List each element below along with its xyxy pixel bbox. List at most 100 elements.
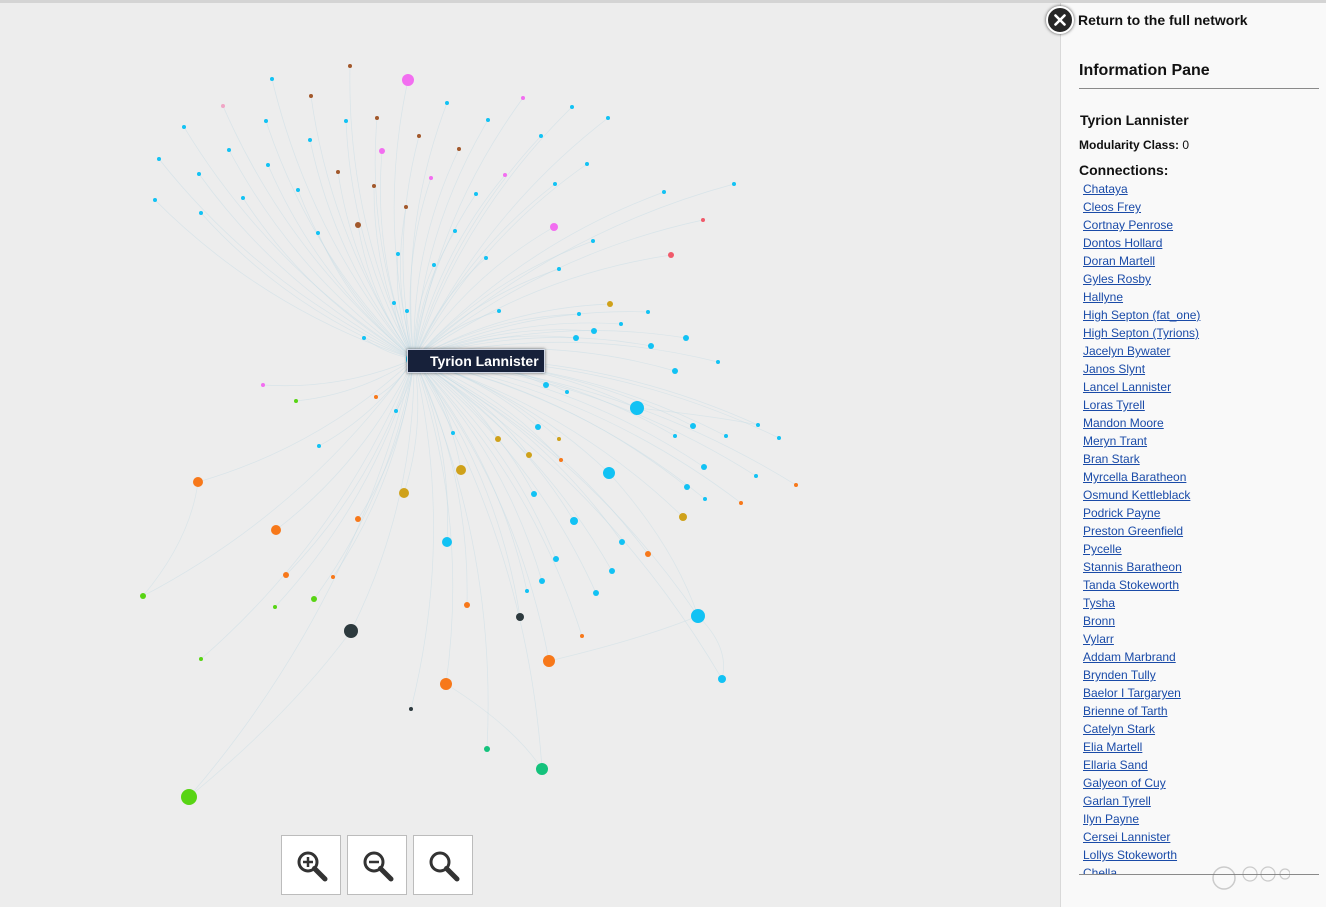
network-node[interactable] [577, 312, 581, 316]
connection-link[interactable]: Garlan Tyrell [1083, 794, 1151, 808]
network-node[interactable] [404, 205, 408, 209]
network-node[interactable] [645, 551, 651, 557]
network-node[interactable] [619, 322, 623, 326]
network-node[interactable] [362, 336, 366, 340]
connection-link[interactable]: Pycelle [1083, 542, 1122, 556]
network-node[interactable] [241, 196, 245, 200]
network-node[interactable] [402, 74, 414, 86]
network-node[interactable] [486, 118, 490, 122]
network-node[interactable] [536, 763, 548, 775]
network-canvas[interactable] [0, 3, 1060, 907]
connection-link[interactable]: Cortnay Penrose [1083, 218, 1173, 232]
network-node[interactable] [266, 163, 270, 167]
network-node[interactable] [273, 605, 277, 609]
network-node[interactable] [756, 423, 760, 427]
network-node[interactable] [648, 343, 654, 349]
network-node[interactable] [271, 525, 281, 535]
network-node[interactable] [732, 182, 736, 186]
network-node[interactable] [716, 360, 720, 364]
network-node[interactable] [543, 382, 549, 388]
connection-link[interactable]: Ellaria Sand [1083, 758, 1148, 772]
network-node[interactable] [311, 596, 317, 602]
network-node[interactable] [264, 119, 268, 123]
network-node[interactable] [497, 309, 501, 313]
network-node[interactable] [531, 491, 537, 497]
network-node[interactable] [456, 465, 466, 475]
network-node[interactable] [429, 176, 433, 180]
network-node[interactable] [336, 170, 340, 174]
network-node[interactable] [539, 134, 543, 138]
network-node[interactable] [464, 602, 470, 608]
network-node[interactable] [585, 162, 589, 166]
network-node[interactable] [593, 590, 599, 596]
network-node[interactable] [580, 634, 584, 638]
network-node[interactable] [355, 516, 361, 522]
network-node[interactable] [684, 484, 690, 490]
network-node[interactable] [777, 436, 781, 440]
network-node[interactable] [331, 575, 335, 579]
network-node[interactable] [221, 104, 225, 108]
network-node[interactable] [484, 746, 490, 752]
network-node[interactable] [539, 578, 545, 584]
connection-link[interactable]: Tysha [1083, 596, 1115, 610]
connection-link[interactable]: Gyles Rosby [1083, 272, 1151, 286]
network-node[interactable] [557, 267, 561, 271]
network-node[interactable] [344, 119, 348, 123]
connection-link[interactable]: High Septon (fat_one) [1083, 308, 1200, 322]
connection-link[interactable]: Chataya [1083, 182, 1128, 196]
network-node[interactable] [794, 483, 798, 487]
network-node[interactable] [308, 138, 312, 142]
network-node[interactable] [553, 182, 557, 186]
connection-link[interactable]: Baelor I Targaryen [1083, 686, 1181, 700]
network-node[interactable] [296, 188, 300, 192]
connection-link[interactable]: Cersei Lannister [1083, 830, 1170, 844]
network-node[interactable] [451, 431, 455, 435]
network-node[interactable] [565, 390, 569, 394]
network-node[interactable] [609, 568, 615, 574]
network-node[interactable] [535, 424, 541, 430]
connection-link[interactable]: High Septon (Tyrions) [1083, 326, 1199, 340]
network-node[interactable] [283, 572, 289, 578]
network-node[interactable] [591, 239, 595, 243]
network-graph[interactable]: Tyrion Lannister [0, 3, 1060, 907]
network-node[interactable] [309, 94, 313, 98]
connection-link[interactable]: Jacelyn Bywater [1083, 344, 1170, 358]
network-node[interactable] [690, 423, 696, 429]
connection-link[interactable]: Bran Stark [1083, 452, 1140, 466]
connection-link[interactable]: Osmund Kettleblack [1083, 488, 1190, 502]
network-node[interactable] [199, 657, 203, 661]
connection-link[interactable]: Stannis Baratheon [1083, 560, 1182, 574]
zoom-reset-button[interactable] [413, 835, 473, 895]
network-node[interactable] [683, 335, 689, 341]
connection-link[interactable]: Dontos Hollard [1083, 236, 1162, 250]
network-node[interactable] [662, 190, 666, 194]
connection-link[interactable]: Bronn [1083, 614, 1115, 628]
network-node[interactable] [474, 192, 478, 196]
network-node[interactable] [724, 434, 728, 438]
network-node[interactable] [394, 409, 398, 413]
connection-link[interactable]: Loras Tyrell [1083, 398, 1145, 412]
network-node[interactable] [550, 223, 558, 231]
network-node[interactable] [553, 556, 559, 562]
network-node[interactable] [409, 707, 413, 711]
network-node[interactable] [294, 399, 298, 403]
network-node[interactable] [445, 101, 449, 105]
network-node[interactable] [344, 624, 358, 638]
network-node[interactable] [703, 497, 707, 501]
connection-link[interactable]: Chella [1083, 866, 1117, 874]
network-node[interactable] [516, 613, 524, 621]
network-node[interactable] [701, 218, 705, 222]
connection-link[interactable]: Mandon Moore [1083, 416, 1164, 430]
network-node[interactable] [754, 474, 758, 478]
network-node[interactable] [453, 229, 457, 233]
network-node[interactable] [197, 172, 201, 176]
network-node[interactable] [679, 513, 687, 521]
network-node[interactable] [591, 328, 597, 334]
close-icon[interactable] [1046, 6, 1074, 34]
network-node[interactable] [673, 434, 677, 438]
network-node[interactable] [440, 678, 452, 690]
network-node[interactable] [701, 464, 707, 470]
network-node[interactable] [379, 148, 385, 154]
connection-link[interactable]: Podrick Payne [1083, 506, 1160, 520]
zoom-in-button[interactable] [281, 835, 341, 895]
